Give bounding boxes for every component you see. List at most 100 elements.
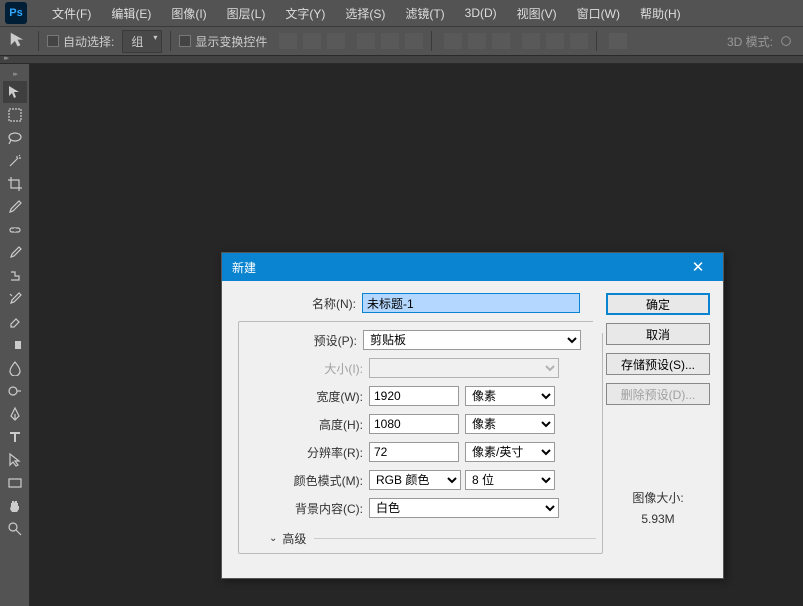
app-logo: Ps (5, 2, 27, 24)
distribute-icon[interactable] (492, 33, 510, 49)
move-tool[interactable] (3, 81, 27, 103)
menu-view[interactable]: 视图(V) (507, 5, 567, 22)
preset-select[interactable]: 剪贴板 (363, 330, 581, 350)
ok-button[interactable]: 确定 (606, 293, 710, 315)
divider (596, 31, 597, 51)
dialog-titlebar[interactable]: 新建 ✕ (222, 253, 723, 281)
menu-3d[interactable]: 3D(D) (455, 6, 507, 20)
clone-stamp-tool[interactable] (3, 265, 27, 287)
resolution-label: 分辨率(R): (239, 444, 369, 461)
hand-tool[interactable] (3, 495, 27, 517)
gradient-tool[interactable] (3, 334, 27, 356)
brush-tool[interactable] (3, 242, 27, 264)
align-icon[interactable] (405, 33, 423, 49)
close-icon: ✕ (692, 258, 705, 276)
size-select (369, 358, 559, 378)
healing-brush-tool[interactable] (3, 219, 27, 241)
advanced-toggle[interactable]: ⌄ 高级 (239, 526, 596, 547)
checkbox-icon (47, 35, 59, 47)
blur-tool[interactable] (3, 357, 27, 379)
marquee-tool[interactable] (3, 104, 27, 126)
menu-edit[interactable]: 编辑(E) (101, 5, 161, 22)
distribute-icon[interactable] (444, 33, 462, 49)
distribute-icon[interactable] (468, 33, 486, 49)
menu-help[interactable]: 帮助(H) (630, 5, 691, 22)
auto-select-label: 自动选择: (63, 33, 114, 50)
menu-window[interactable]: 窗口(W) (567, 5, 630, 22)
path-selection-tool[interactable] (3, 449, 27, 471)
options-bar: 自动选择: 组 显示变换控件 3D 模式: (0, 26, 803, 56)
divider (314, 538, 596, 539)
document-tab-well (0, 56, 803, 64)
distribute-icon[interactable] (522, 33, 540, 49)
eyedropper-tool[interactable] (3, 196, 27, 218)
color-mode-label: 颜色模式(M): (239, 472, 369, 489)
color-mode-select[interactable]: RGB 颜色 (369, 470, 461, 490)
save-preset-button[interactable]: 存储预设(S)... (606, 353, 710, 375)
align-icon[interactable] (279, 33, 297, 49)
size-label: 大小(I): (239, 360, 369, 377)
menu-filter[interactable]: 滤镜(T) (395, 5, 454, 22)
dodge-tool[interactable] (3, 380, 27, 402)
arrange-icon-group (609, 33, 627, 49)
distribute-icon[interactable] (546, 33, 564, 49)
name-label: 名称(N): (232, 295, 362, 312)
zoom-tool[interactable] (3, 518, 27, 540)
align-icon[interactable] (327, 33, 345, 49)
height-label: 高度(H): (239, 416, 369, 433)
image-size-value: 5.93M (632, 512, 683, 526)
name-input[interactable] (362, 293, 580, 313)
close-button[interactable]: ✕ (683, 256, 713, 278)
chevron-down-icon: ⌄ (269, 533, 277, 544)
align-icon[interactable] (357, 33, 375, 49)
width-unit-select[interactable]: 像素 (465, 386, 555, 406)
resolution-unit-select[interactable]: 像素/英寸 (465, 442, 555, 462)
menu-file[interactable]: 文件(F) (42, 5, 101, 22)
type-tool[interactable] (3, 426, 27, 448)
image-size-label: 图像大小: (632, 489, 683, 506)
distribute-icons-group-2 (522, 33, 588, 49)
checkbox-icon (179, 35, 191, 47)
align-icon[interactable] (303, 33, 321, 49)
show-transform-checkbox[interactable]: 显示变换控件 (179, 33, 267, 50)
crop-tool[interactable] (3, 173, 27, 195)
height-unit-select[interactable]: 像素 (465, 414, 555, 434)
align-icon[interactable] (381, 33, 399, 49)
width-label: 宽度(W): (239, 388, 369, 405)
preset-label: 预设(P): (239, 332, 363, 349)
show-transform-label: 显示变换控件 (195, 33, 267, 50)
bit-depth-select[interactable]: 8 位 (465, 470, 555, 490)
auto-select-checkbox[interactable]: 自动选择: (47, 33, 114, 50)
menu-select[interactable]: 选择(S) (335, 5, 395, 22)
menu-bar: Ps 文件(F) 编辑(E) 图像(I) 图层(L) 文字(Y) 选择(S) 滤… (0, 0, 803, 26)
pen-tool[interactable] (3, 403, 27, 425)
rectangle-tool[interactable] (3, 472, 27, 494)
resolution-input[interactable] (369, 442, 459, 462)
distribute-icon[interactable] (570, 33, 588, 49)
menu-layer[interactable]: 图层(L) (217, 5, 276, 22)
move-tool-indicator-icon[interactable] (8, 31, 30, 51)
magic-wand-tool[interactable] (3, 150, 27, 172)
height-input[interactable] (369, 414, 459, 434)
divider (170, 31, 171, 51)
background-label: 背景内容(C): (239, 500, 369, 517)
arrange-icon[interactable] (609, 33, 627, 49)
orbit-3d-icon[interactable] (779, 34, 793, 48)
menu-type[interactable]: 文字(Y) (275, 5, 335, 22)
eraser-tool[interactable] (3, 311, 27, 333)
width-input[interactable] (369, 386, 459, 406)
lasso-tool[interactable] (3, 127, 27, 149)
tools-panel (0, 64, 30, 606)
3d-mode-label: 3D 模式: (727, 33, 793, 50)
align-icons-group (279, 33, 345, 49)
menu-image[interactable]: 图像(I) (161, 5, 216, 22)
new-document-dialog: 新建 ✕ 名称(N): 预设(P): 剪贴板 大小(I): (221, 252, 724, 579)
divider (431, 31, 432, 51)
align-icons-group-2 (357, 33, 423, 49)
dialog-title-text: 新建 (232, 259, 256, 276)
history-brush-tool[interactable] (3, 288, 27, 310)
auto-select-dropdown[interactable]: 组 (122, 30, 162, 53)
background-select[interactable]: 白色 (369, 498, 559, 518)
advanced-label: 高级 (282, 530, 306, 547)
cancel-button[interactable]: 取消 (606, 323, 710, 345)
